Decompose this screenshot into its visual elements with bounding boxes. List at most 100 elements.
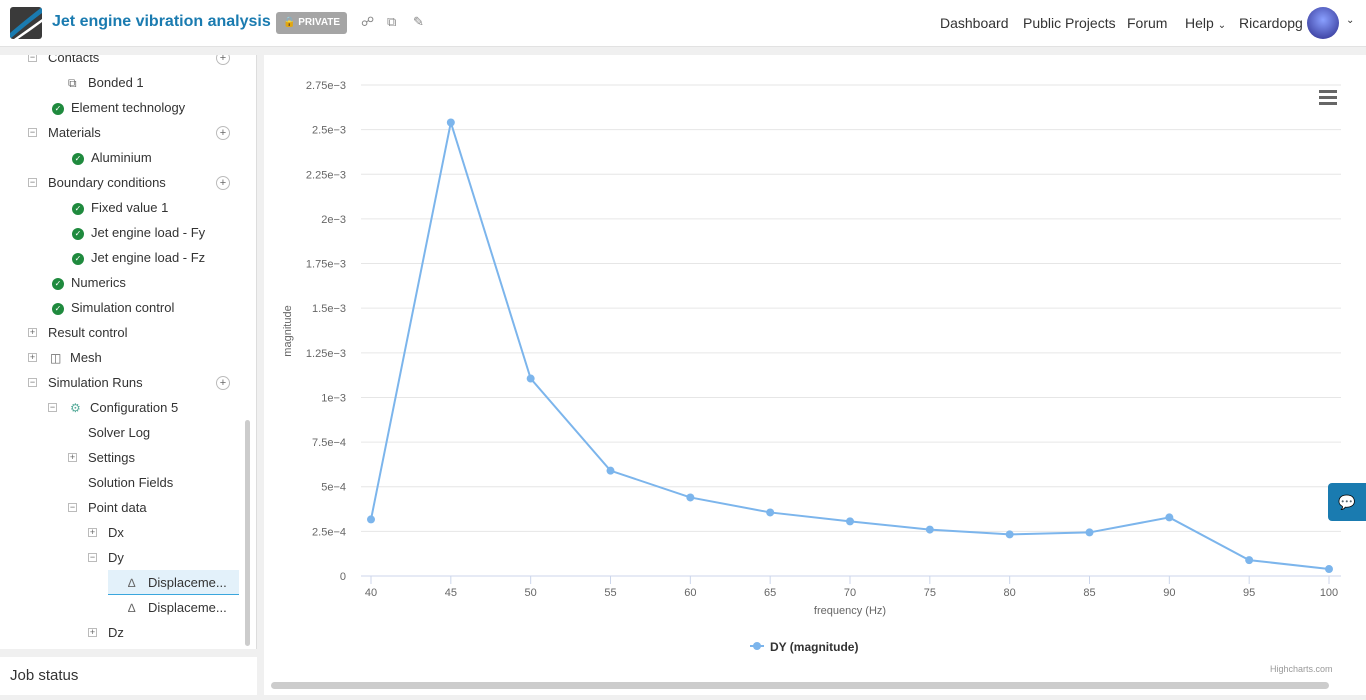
tree-item-label: Aluminium (91, 150, 152, 165)
nav-forum[interactable]: Forum (1127, 15, 1167, 31)
add-icon[interactable]: + (216, 376, 230, 390)
collapse-icon[interactable]: − (48, 403, 57, 412)
avatar[interactable] (1307, 7, 1339, 39)
data-point (1085, 528, 1094, 537)
tree-item[interactable]: ✓ Fixed value 1 (48, 195, 239, 220)
tree-item[interactable]: − Materials (28, 120, 239, 145)
user-name[interactable]: Ricardopg (1239, 15, 1303, 31)
x-tick-label: 50 (525, 587, 537, 599)
tree-item-label: Dz (108, 625, 124, 640)
data-point (1005, 530, 1014, 539)
data-point (367, 515, 375, 524)
nav-dashboard[interactable]: Dashboard (940, 15, 1009, 31)
expand-icon[interactable]: + (88, 528, 97, 537)
y-tick-label: 0 (340, 571, 346, 583)
data-point (1165, 513, 1174, 522)
tree-item[interactable]: − Point data (68, 495, 239, 520)
tree-item[interactable]: + Dz (88, 620, 239, 645)
tree-item[interactable]: Solution Fields (68, 470, 239, 495)
tree-item-label: Dy (108, 550, 124, 565)
private-label: PRIVATE (298, 17, 341, 28)
data-point (925, 525, 934, 534)
data-point (766, 508, 775, 517)
app-logo[interactable] (10, 7, 42, 39)
collapse-icon[interactable]: − (88, 553, 97, 562)
expand-icon[interactable]: + (88, 628, 97, 637)
tree-item-label: Displaceme... (148, 575, 227, 590)
data-point (1245, 556, 1254, 565)
tree-item[interactable]: − ⚙ Configuration 5 (48, 395, 239, 420)
tree-item-label: Contacts (48, 55, 100, 65)
check-icon: ✓ (52, 100, 71, 115)
tree-item[interactable]: + Settings (68, 445, 239, 470)
tree-item[interactable]: − Contacts (28, 55, 239, 70)
tree-item-label: Simulation control (71, 300, 175, 315)
chevron-down-icon: ⌄ (1217, 20, 1227, 31)
horizontal-scrollbar[interactable] (271, 682, 1329, 689)
tree-item[interactable]: ⧉ Bonded 1 (48, 70, 239, 95)
chat-button[interactable]: 💬 (1328, 483, 1366, 521)
x-tick-label: 45 (445, 587, 457, 599)
tree-item[interactable]: − Dy (88, 545, 239, 570)
tree-item[interactable]: + Result control (28, 320, 239, 345)
tree-item[interactable]: − Boundary conditions (28, 170, 239, 195)
tree-item[interactable]: Solver Log (68, 420, 239, 445)
tree-item[interactable]: ✓ Numerics (28, 270, 239, 295)
x-tick-label: 40 (365, 587, 377, 599)
x-tick-label: 80 (1004, 587, 1016, 599)
y-tick-label: 5e−4 (321, 482, 346, 494)
highcharts-credits[interactable]: Highcharts.com (1270, 664, 1333, 674)
data-point (1325, 565, 1333, 574)
data-point (606, 466, 615, 475)
collapse-icon[interactable]: − (28, 378, 37, 387)
tree-item-label: Mesh (70, 350, 102, 365)
tree-item-label: Bonded 1 (88, 75, 144, 90)
tree-item-label: Numerics (71, 275, 126, 290)
chart-menu-icon[interactable] (1319, 90, 1337, 105)
tree-item-label: Jet engine load - Fz (91, 250, 206, 265)
y-axis-title: magnitude (282, 305, 294, 356)
series-line (370, 122, 1330, 571)
tree-item-label: Point data (88, 500, 147, 515)
collapse-icon[interactable]: − (28, 178, 37, 187)
tree-item[interactable]: + Dx (88, 520, 239, 545)
tree-item[interactable]: ✓ Aluminium (48, 145, 239, 170)
edit-icon[interactable]: ✎ (413, 14, 424, 30)
job-status-panel[interactable]: Job status (0, 657, 257, 695)
simulation-tree: − Contacts + ⧉ Bonded 1 ✓ Element technology − M… (0, 55, 257, 649)
project-title[interactable]: Jet engine vibration analysis (52, 13, 271, 31)
x-tick-label: 85 (1083, 587, 1095, 599)
tree-item[interactable]: ✓ Simulation control (28, 295, 239, 320)
collapse-icon[interactable]: − (28, 128, 37, 137)
tree-item[interactable]: ✓ Element technology (28, 95, 239, 120)
expand-icon[interactable]: + (68, 453, 77, 462)
mesh-icon: ◫ (50, 351, 62, 365)
check-icon: ✓ (52, 275, 71, 290)
line-chart: 0 2.5e−4 5e−4 7.5e−4 1e−3 1.25e−3 1.5e−3 1.75e−… (282, 80, 1341, 654)
expand-icon[interactable]: + (28, 353, 37, 362)
collapse-icon[interactable]: − (28, 55, 37, 62)
tree-item[interactable]: ✓ Jet engine load - Fz (48, 245, 239, 270)
expand-icon[interactable]: + (28, 328, 37, 337)
chevron-down-icon[interactable]: ⌄ (1346, 15, 1354, 26)
tree-item[interactable]: ✓ Jet engine load - Fy (48, 220, 239, 245)
y-tick-label: 7.5e−4 (312, 437, 346, 449)
sidebar-scrollbar[interactable] (245, 420, 250, 646)
gear-icon: ⚙ (70, 401, 81, 415)
data-point (526, 374, 535, 383)
tree-item-label: Fixed value 1 (91, 200, 169, 215)
help-label: Help (1185, 15, 1214, 31)
tree-item[interactable]: ∆ Displaceme... (108, 595, 239, 620)
tree-item[interactable]: + ◫ Mesh (28, 345, 239, 370)
tree-item[interactable]: ∆ Displaceme... (108, 570, 239, 595)
tree-item-label: Materials (48, 125, 101, 140)
tree-item[interactable]: − Simulation Runs (28, 370, 239, 395)
add-icon[interactable]: + (216, 176, 230, 190)
add-icon[interactable]: + (216, 126, 230, 140)
share-icon[interactable]: ☍ (361, 14, 374, 30)
nav-public-projects[interactable]: Public Projects (1023, 15, 1116, 31)
collapse-icon[interactable]: − (68, 503, 77, 512)
y-tick-label: 1.5e−3 (312, 303, 346, 315)
copy-icon[interactable]: ⧉ (387, 14, 396, 30)
nav-help[interactable]: Help ⌄ (1185, 15, 1226, 31)
